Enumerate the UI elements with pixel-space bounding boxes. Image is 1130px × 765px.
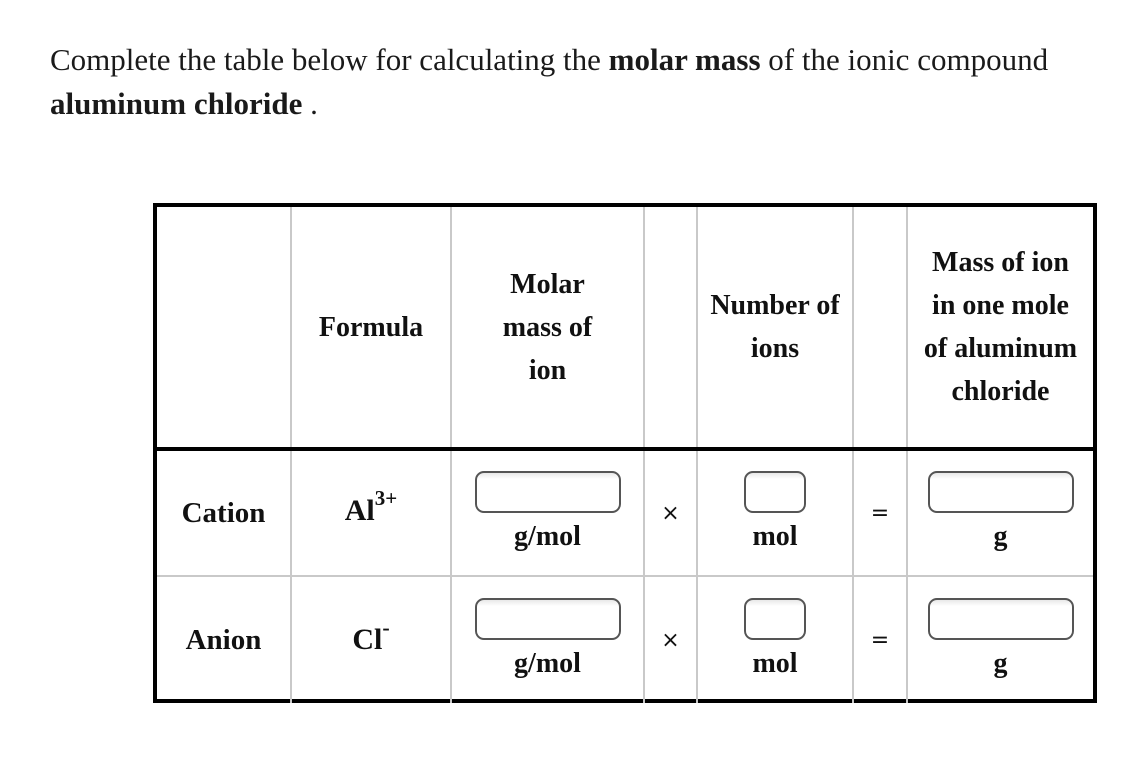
- equals-icon: =: [852, 448, 908, 577]
- prompt-text-1: Complete the table below for calculating…: [50, 42, 609, 77]
- number-cell-anion: mol: [696, 575, 854, 703]
- formula-base: Al: [344, 494, 375, 527]
- formula-charge: -: [382, 615, 390, 640]
- unit-g-per-mol: g/mol: [514, 648, 581, 679]
- formula-anion: Cl-: [352, 615, 389, 656]
- unit-mol: mol: [752, 521, 798, 552]
- header-formula: Formula: [290, 207, 452, 451]
- header-label: [157, 207, 292, 451]
- molar-mass-cell-anion: g/mol: [450, 575, 645, 703]
- equals-icon: =: [852, 575, 908, 703]
- header-molar-mass-text: Molar mass of ion: [502, 268, 593, 386]
- number-of-ions-input-cation[interactable]: [744, 471, 806, 513]
- header-molar-mass: Molar mass of ion: [450, 207, 645, 451]
- molar-mass-input-cation[interactable]: [474, 471, 621, 513]
- header-op1: [643, 207, 698, 451]
- mass-input-anion[interactable]: [927, 598, 1074, 640]
- header-number-of-ions-text: Number of ions: [710, 290, 840, 364]
- question-prompt: Complete the table below for calculating…: [50, 38, 1050, 126]
- prompt-bold-molar-mass: molar mass: [608, 42, 761, 77]
- header-mass-in-mole: Mass of ion in one mole of aluminum chlo…: [906, 207, 1093, 451]
- formula-charge: 3+: [374, 486, 398, 510]
- unit-g: g: [993, 648, 1008, 679]
- formula-base: Cl: [352, 623, 383, 656]
- prompt-text-3: .: [302, 86, 318, 121]
- molar-mass-cell-cation: g/mol: [450, 448, 645, 577]
- header-op2: [852, 207, 908, 451]
- row-label-cation: Cation: [157, 448, 292, 577]
- mass-cell-cation: g: [906, 448, 1093, 577]
- header-number-of-ions: Number of ions: [696, 207, 854, 451]
- mass-cell-anion: g: [906, 575, 1093, 703]
- table-row-anion: Anion Cl- g/mol × mol = g: [157, 575, 1093, 703]
- multiply-icon: ×: [643, 448, 698, 577]
- mass-input-cation[interactable]: [927, 471, 1074, 513]
- unit-g: g: [993, 521, 1008, 552]
- prompt-bold-compound: aluminum chloride: [50, 86, 303, 121]
- formula-cation: Al3+: [344, 486, 397, 527]
- prompt-text-2: of the ionic compound: [760, 42, 1049, 77]
- unit-g-per-mol: g/mol: [514, 521, 581, 552]
- molar-mass-table: Formula Molar mass of ion Number of ions…: [153, 203, 1097, 703]
- formula-cell-anion: Cl-: [290, 575, 452, 703]
- multiply-icon: ×: [643, 575, 698, 703]
- header-mass-in-mole-text: Mass of ion in one mole of aluminum chlo…: [923, 247, 1078, 407]
- unit-mol: mol: [752, 648, 798, 679]
- table-row-cation: Cation Al3+ g/mol × mol = g: [157, 448, 1093, 577]
- header-row: Formula Molar mass of ion Number of ions…: [157, 207, 1093, 451]
- molar-mass-input-anion[interactable]: [474, 598, 621, 640]
- row-label-anion: Anion: [157, 575, 292, 703]
- formula-cell-cation: Al3+: [290, 448, 452, 577]
- number-cell-cation: mol: [696, 448, 854, 577]
- number-of-ions-input-anion[interactable]: [744, 598, 806, 640]
